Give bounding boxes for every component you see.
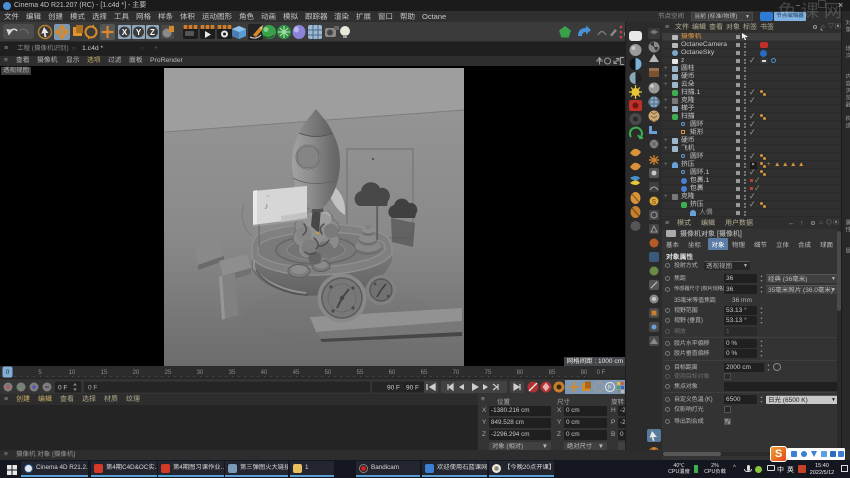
- svg-text:Z: Z: [150, 28, 155, 37]
- svg-text:0 F: 0 F: [88, 385, 97, 392]
- svg-text:40: 40: [261, 370, 268, 376]
- svg-text:S: S: [652, 199, 657, 206]
- svg-text:55: 55: [357, 370, 364, 376]
- svg-text:60: 60: [389, 370, 396, 376]
- svg-text:10: 10: [69, 370, 76, 376]
- svg-text:♪: ♪: [264, 201, 269, 211]
- svg-text:45: 45: [293, 370, 300, 376]
- svg-text:65: 65: [421, 370, 428, 376]
- svg-text:90 F: 90 F: [387, 385, 400, 392]
- svg-text:30: 30: [197, 370, 204, 376]
- svg-text:Y: Y: [136, 28, 142, 37]
- svg-text:75: 75: [485, 370, 492, 376]
- svg-text:20: 20: [133, 370, 140, 376]
- svg-text:50: 50: [325, 370, 332, 376]
- svg-text:0 F: 0 F: [58, 385, 67, 392]
- svg-text:90 F: 90 F: [406, 385, 419, 392]
- svg-text:0: 0: [6, 369, 10, 376]
- svg-text:80: 80: [517, 370, 524, 376]
- svg-text:90: 90: [581, 370, 588, 376]
- svg-text:25: 25: [165, 370, 172, 376]
- svg-text:P: P: [608, 386, 612, 392]
- svg-text:0 F: 0 F: [597, 370, 606, 376]
- svg-text:35: 35: [229, 370, 236, 376]
- svg-text:70: 70: [453, 370, 460, 376]
- svg-text:85: 85: [549, 370, 556, 376]
- svg-text:15: 15: [101, 370, 108, 376]
- svg-text:~: ~: [266, 194, 270, 200]
- svg-text:X: X: [122, 28, 128, 37]
